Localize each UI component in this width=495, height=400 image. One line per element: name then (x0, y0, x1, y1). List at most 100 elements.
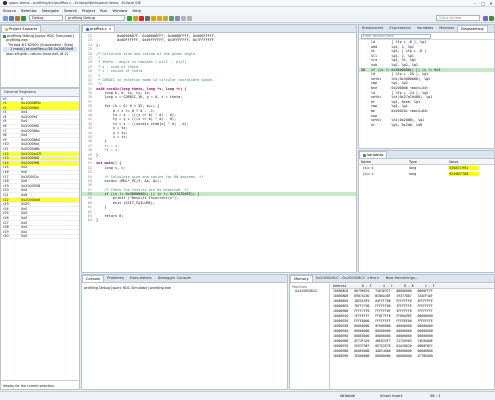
memory-tabbar: Memory 0x200008CC : 0x200008CC <Hex> New… (290, 275, 494, 283)
menu-item[interactable]: Project (82, 8, 95, 13)
tab-variables[interactable]: Variables (359, 151, 388, 158)
minimize-icon[interactable]: – (471, 1, 479, 6)
code-text: * (96, 73, 101, 78)
console-tabbar: Console Problems Executables Debugger Co… (82, 275, 287, 283)
disassembly-rows[interactable]: ld [ %fp + -8 ], %g1 add %g1, 1, %g1 st %g… (359, 40, 494, 127)
registers-title: General Registers (4, 90, 36, 94)
menu-item[interactable]: Run (100, 8, 107, 13)
back-icon[interactable] (181, 15, 186, 21)
debug-view-tabbar: Project Explorer (1, 25, 79, 33)
disconnect-icon[interactable] (145, 15, 150, 21)
tab-debugger-console[interactable]: Debugger Console (155, 275, 194, 282)
forward-icon[interactable] (187, 15, 192, 21)
tab-variables-top[interactable]: Variables (414, 25, 436, 32)
disassembly-line-number: 58 (361, 67, 366, 72)
register-name: r30 (3, 234, 9, 239)
menu-item[interactable]: Source (3, 8, 16, 13)
suspend-icon[interactable] (133, 15, 138, 21)
tab-breakpoints[interactable]: Breakpoints (359, 25, 386, 32)
code-text: /* Check the results are as expected. */ (96, 187, 189, 192)
instruction-step-icon[interactable] (169, 15, 174, 21)
tree-item-gdb[interactable]: leon-elf-gdb --return-clear-exit (8.2) (3, 52, 77, 56)
code-text: }; (96, 42, 101, 47)
tab-executables[interactable]: Executables (127, 275, 155, 282)
step-return-icon[interactable] (163, 15, 168, 21)
build-icon[interactable] (15, 15, 20, 21)
code-text: * c - cosine of theta (96, 69, 143, 74)
resume-icon[interactable] (127, 15, 132, 21)
code-text: /* Calculate sine and cosine of the give… (96, 51, 198, 56)
variable-value[interactable]: 536871991 (449, 166, 479, 170)
new-icon[interactable] (3, 15, 8, 21)
code-text: return 0; (96, 214, 124, 219)
save-icon[interactable] (9, 15, 14, 21)
code-text: } (96, 139, 107, 144)
register-row[interactable]: r30 0x0 (1, 234, 79, 240)
registers-footer: display for the current selection. (1, 380, 79, 389)
step-into-icon[interactable] (151, 15, 156, 21)
launch-config-combo[interactable]: profiling Debug (65, 15, 125, 21)
variables-view: Variables Name Type Value (x)= s long 53… (358, 150, 495, 273)
status-bar: Writable Smart Insert 58 : 1 (0, 391, 495, 400)
code-text: void cordic(long theta, long *s, long *c… (96, 86, 187, 91)
code-text: exit (EXIT_FAILURE); (96, 200, 156, 205)
quick-access-field[interactable]: Quick Access (436, 15, 480, 21)
tab-profres-c[interactable]: profRes.c ✕ (82, 25, 116, 33)
menu-item[interactable]: Help (132, 8, 141, 13)
app-icon (3, 1, 7, 5)
terminate-icon[interactable] (139, 15, 144, 21)
code-text: 0x0000007F, 0x00000FFF, 0x0000FFFF, 0x00… (96, 34, 217, 38)
close-icon[interactable]: ✕ (487, 1, 495, 6)
variable-row[interactable]: (x)= c long 925667788 (359, 171, 494, 177)
location-input[interactable] (361, 33, 431, 39)
tab-disassembly[interactable]: Disassembly (457, 25, 488, 32)
code-text: */ (96, 82, 103, 87)
code-text: y = ty; (96, 130, 128, 135)
code-lines[interactable]: 22 0x0000007F, 0x00000FFF, 0x0000FFFF, 0… (82, 33, 356, 223)
menu-item[interactable]: Refactor (21, 8, 37, 13)
tab-project-explorer[interactable]: Project Explorer (1, 25, 42, 32)
code-text: *s = y; (96, 148, 120, 153)
registers-view: General Registers r0 0 r1 0x10008f5c r2 0x200… (0, 88, 80, 390)
tab-expressions[interactable]: Expressions (386, 25, 413, 32)
new-renderings-button[interactable]: New Renderings... (383, 275, 422, 282)
menu-item[interactable]: Navigate (42, 8, 59, 13)
memory-grid[interactable]: Address 0 - 3 4 - 7 8 - B C - F 100008C0… (331, 284, 494, 389)
debug-view: Project Explorer profiling Debug [sparc … (0, 24, 80, 88)
tab-console[interactable]: Console (82, 275, 105, 282)
code-editor: profRes.c ✕ 22 0x0000007F, 0x00000FFF, 0… (81, 24, 357, 273)
menu-item[interactable]: Window (112, 8, 127, 13)
tab-memory-rendering[interactable]: 0x200008CC : 0x200008CC <Hex> (313, 275, 383, 282)
perspective-icon[interactable] (483, 15, 488, 21)
register-value: 0x0 (21, 234, 28, 239)
editor-tabbar: profRes.c ✕ (82, 25, 356, 33)
registers-list: r0 0 r1 0x10008f5c r2 0x2000fb0 r3 0x4 r4 0x2000f… (1, 97, 79, 240)
debug-perspective-icon[interactable] (489, 15, 494, 21)
memory-row[interactable]: 10000990 1E000000 00000000 00000000 2F78… (331, 354, 494, 359)
search-icon[interactable] (175, 15, 180, 21)
monitor-item[interactable]: 0x200008CC (292, 289, 327, 293)
window-title: sparc-demo - profiling/src/profRes.c - E… (9, 1, 142, 5)
code-text: printf ("Results Incorrect\n"); (96, 196, 179, 201)
code-text: /* Calculate sine and cosine for 90 degr… (96, 174, 204, 179)
code-text: d = z >= 0 ? 0 : -1; (96, 108, 156, 113)
tab-problems[interactable]: Problems (104, 275, 127, 282)
disassembly-row[interactable]: or %g1, 0x2d0, %o0 (359, 123, 494, 128)
code-text: * (96, 55, 101, 60)
tab-modules[interactable]: Modules (436, 25, 457, 32)
variable-value[interactable]: 925667788 (449, 172, 479, 176)
main-toolbar: Debug profiling Debug Quick Access (0, 14, 495, 23)
menu-bar: Source Refactor Navigate Search Project … (0, 7, 495, 14)
close-tab-icon[interactable]: ✕ (109, 26, 112, 33)
step-over-icon[interactable] (157, 15, 162, 21)
disassembly-instruction: be 0x20010c <main+84> (371, 108, 429, 113)
tab-memory[interactable]: Memory (290, 275, 313, 282)
console-launch-label: profiling Debug [sparc RDC Simulator] pr… (84, 286, 171, 290)
line-number: 64 (87, 218, 92, 223)
menu-item[interactable]: Search (64, 8, 77, 13)
memory-view: Memory 0x200008CC : 0x200008CC <Hex> New… (289, 274, 495, 390)
debug-combo[interactable]: Debug (29, 15, 63, 21)
code-text: x = tx; (96, 126, 128, 131)
debug-icon[interactable] (21, 15, 26, 21)
maximize-icon[interactable]: □ (479, 1, 487, 6)
